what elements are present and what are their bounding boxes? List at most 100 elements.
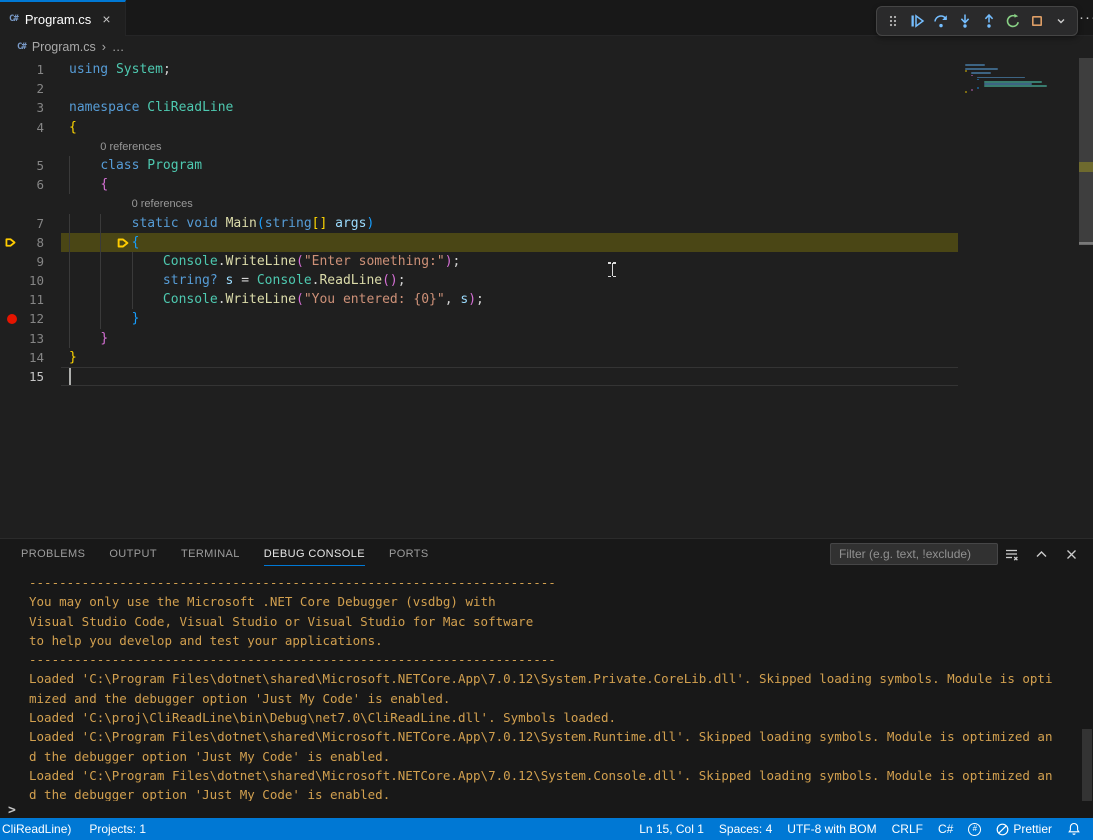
editor-gutter[interactable]: 13: [0, 329, 61, 348]
editor-gutter[interactable]: 2: [0, 79, 61, 98]
panel-actions: [1001, 543, 1081, 565]
maximize-panel-icon[interactable]: [1031, 544, 1051, 564]
codelens-references[interactable]: 0 references: [69, 198, 193, 210]
code-line-body[interactable]: }: [61, 309, 958, 328]
indent-guide: [69, 233, 70, 252]
status-cursor-position[interactable]: Ln 15, Col 1: [639, 822, 704, 836]
code-line-body[interactable]: string? s = Console.ReadLine();: [61, 271, 958, 290]
editor-gutter[interactable]: 15: [0, 367, 61, 386]
restart-button[interactable]: [1001, 9, 1025, 33]
editor-gutter[interactable]: 8: [0, 233, 61, 252]
code-line-body[interactable]: static void Main(string[] args): [61, 214, 958, 233]
codelens-body[interactable]: 0 references: [61, 194, 958, 213]
code-line-body[interactable]: Console.WriteLine("You entered: {0}", s)…: [61, 290, 958, 309]
toolbar-grip-icon[interactable]: [881, 9, 905, 33]
editor-gutter[interactable]: 14: [0, 348, 61, 367]
status-eol[interactable]: CRLF: [892, 822, 923, 836]
code-line-body[interactable]: {: [61, 118, 958, 137]
code-line-body[interactable]: [61, 367, 958, 386]
code-line-body[interactable]: namespace CliReadLine: [61, 98, 958, 117]
editor-gutter[interactable]: 12: [0, 309, 61, 328]
console-scrollbar-thumb[interactable]: [1082, 729, 1092, 801]
notifications-bell-icon[interactable]: [1067, 822, 1081, 836]
code-line-11: 11 Console.WriteLine("You entered: {0}",…: [0, 290, 958, 309]
breadcrumb-file[interactable]: Program.cs: [32, 40, 96, 54]
indent-guide: [69, 271, 70, 290]
indent-guide: [69, 252, 70, 271]
panel-tab-problems[interactable]: PROBLEMS: [21, 539, 85, 569]
editor-gutter[interactable]: 1: [0, 60, 61, 79]
panel-tab-terminal[interactable]: TERMINAL: [181, 539, 240, 569]
prettier-icon: [996, 823, 1009, 836]
editor-tab-bar: C# Program.cs × ···: [0, 0, 1093, 36]
line-number: 1: [36, 60, 44, 79]
indent-guide: [69, 214, 70, 233]
clear-all-icon[interactable]: [1001, 544, 1021, 564]
line-number: 6: [36, 175, 44, 194]
code-text: namespace CliReadLine: [69, 100, 233, 115]
status-prettier[interactable]: Prettier: [996, 822, 1052, 836]
editor-gutter[interactable]: 7: [0, 214, 61, 233]
code-line-body[interactable]: Console.WriteLine("Enter something:");: [61, 252, 958, 271]
step-into-button[interactable]: [953, 9, 977, 33]
code-line-body[interactable]: {: [61, 233, 958, 252]
debug-console-input[interactable]: >: [0, 801, 1093, 819]
code-text: class Program: [69, 158, 202, 173]
panel-tab-debug-console[interactable]: DEBUG CONSOLE: [264, 539, 365, 569]
step-out-button[interactable]: [977, 9, 1001, 33]
continue-button[interactable]: [905, 9, 929, 33]
status-language[interactable]: C#: [938, 822, 953, 836]
status-indentation[interactable]: Spaces: 4: [719, 822, 772, 836]
editor-gutter[interactable]: 11: [0, 290, 61, 309]
bottom-panel: PROBLEMS OUTPUT TERMINAL DEBUG CONSOLE PORTS…: [0, 538, 1093, 818]
tab-close-icon[interactable]: ×: [102, 11, 110, 27]
editor-gutter[interactable]: 4: [0, 118, 61, 137]
minimap-line: [965, 91, 967, 93]
editor-gutter[interactable]: 5: [0, 156, 61, 175]
code-line-1: 1 using System;: [0, 60, 958, 79]
indent-guide: [69, 175, 70, 194]
indent-guide: [132, 290, 133, 309]
code-line-body[interactable]: }: [61, 348, 958, 367]
status-workspace[interactable]: CliReadLine): [2, 822, 71, 836]
breadcrumb[interactable]: C# Program.cs › …: [0, 36, 124, 58]
minimap-line: [977, 77, 1025, 79]
editor-gutter[interactable]: 10: [0, 271, 61, 290]
stop-button[interactable]: [1025, 9, 1049, 33]
status-projects[interactable]: Projects: 1: [89, 822, 146, 836]
editor-gutter[interactable]: [0, 194, 61, 213]
code-line-body[interactable]: using System;: [61, 60, 958, 79]
panel-tab-output[interactable]: OUTPUT: [109, 539, 157, 569]
code-editor[interactable]: 1using System;23namespace CliReadLine4{0…: [0, 58, 1093, 538]
scrollbar-thumb[interactable]: [1079, 58, 1093, 244]
tab-program-cs[interactable]: C# Program.cs ×: [0, 0, 126, 36]
codelens-references[interactable]: 0 references: [69, 141, 161, 153]
editor-gutter[interactable]: 9: [0, 252, 61, 271]
csharp-project-status-icon[interactable]: #: [968, 823, 981, 836]
breadcrumb-more[interactable]: …: [112, 40, 125, 54]
editor-gutter[interactable]: [0, 137, 61, 156]
step-over-button[interactable]: [929, 9, 953, 33]
debug-console-filter[interactable]: [830, 543, 998, 565]
code-line-10: 10 string? s = Console.ReadLine();: [0, 271, 958, 290]
close-panel-icon[interactable]: [1061, 544, 1081, 564]
minimap-line: [977, 79, 979, 81]
codelens-body[interactable]: 0 references: [61, 137, 958, 156]
editor-scrollbar[interactable]: [1079, 58, 1093, 538]
minimap[interactable]: [963, 64, 1075, 128]
code-line-body[interactable]: {: [61, 175, 958, 194]
code-line-body[interactable]: [61, 79, 958, 98]
debug-session-dropdown-icon[interactable]: [1049, 9, 1073, 33]
editor-more-actions-icon[interactable]: ···: [1079, 9, 1093, 26]
editor-gutter[interactable]: 3: [0, 98, 61, 117]
panel-tab-ports[interactable]: PORTS: [389, 539, 429, 569]
code-line-body[interactable]: class Program: [61, 156, 958, 175]
minimap-line: [971, 72, 991, 74]
code-text: }: [69, 331, 108, 346]
code-line-body[interactable]: }: [61, 329, 958, 348]
breakpoint-icon[interactable]: [7, 314, 17, 324]
status-encoding[interactable]: UTF-8 with BOM: [787, 822, 876, 836]
code-line-12: 12 }: [0, 309, 958, 328]
editor-gutter[interactable]: 6: [0, 175, 61, 194]
filter-input[interactable]: [831, 544, 997, 564]
